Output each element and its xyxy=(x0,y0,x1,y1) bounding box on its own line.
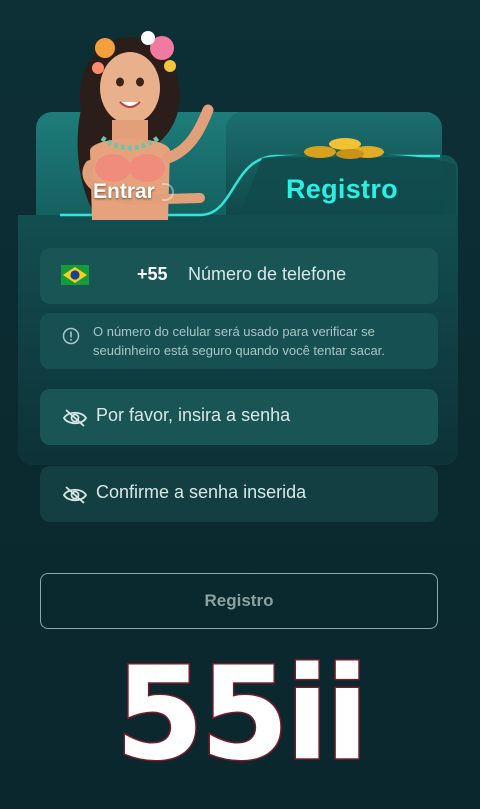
register-button[interactable]: Registro xyxy=(40,573,438,629)
notice-text: O número do celular será usado para veri… xyxy=(93,324,385,358)
gold-coins-icon xyxy=(304,138,384,159)
tab-register[interactable]: Registro xyxy=(286,174,398,205)
brand-logo-text: 55ii xyxy=(114,640,371,789)
info-icon xyxy=(62,327,80,345)
brazil-flag-icon xyxy=(61,265,89,285)
password-field[interactable]: Por favor, insira a senha xyxy=(40,389,438,445)
eye-off-icon[interactable] xyxy=(62,484,88,506)
phone-notice: O número do celular será usado para veri… xyxy=(40,313,438,369)
confirm-password-field[interactable]: Confirme a senha inserida xyxy=(40,466,438,522)
password-input[interactable]: Por favor, insira a senha xyxy=(96,405,290,426)
confirm-password-input[interactable]: Confirme a senha inserida xyxy=(96,482,306,503)
phone-field[interactable]: +55 Número de telefone xyxy=(40,248,438,304)
eye-off-icon[interactable] xyxy=(62,407,88,429)
country-code[interactable]: +55 xyxy=(137,264,168,285)
tab-login[interactable]: Entrar xyxy=(93,180,155,204)
tab-register-background xyxy=(226,112,442,222)
phone-input[interactable]: Número de telefone xyxy=(188,264,346,285)
